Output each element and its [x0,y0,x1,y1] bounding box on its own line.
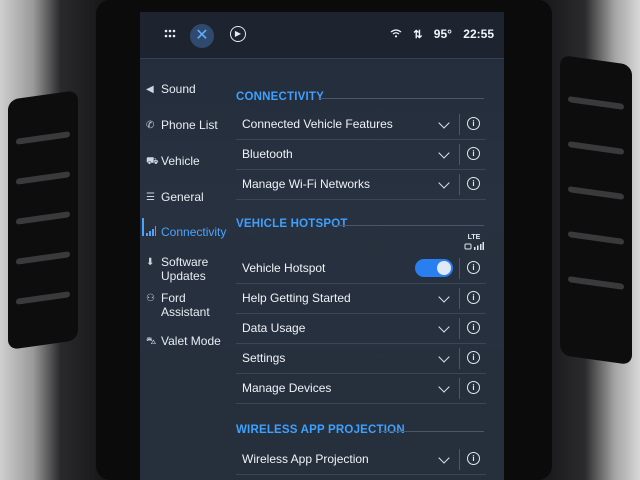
info-icon[interactable]: i [467,291,480,304]
chevron-down-icon[interactable] [438,452,450,464]
info-icon[interactable]: i [467,147,480,160]
air-vent-left [8,90,78,350]
row-manage-devices[interactable]: Manage Devices i [236,374,486,404]
chevron-down-icon[interactable] [438,351,450,363]
chevron-down-icon[interactable] [438,177,450,189]
section-title-vehicle-hotspot: VEHICLE HOTSPOT [236,218,348,230]
section-divider [380,431,484,432]
car-icon: ⛟ [146,156,159,167]
row-vehicle-hotspot[interactable]: Vehicle Hotspot i [236,254,486,284]
sidebar-item-sound[interactable]: ◀ Sound [146,82,226,97]
info-icon[interactable]: i [467,261,480,274]
row-manage-wifi-networks[interactable]: Manage Wi-Fi Networks i [236,170,486,200]
signal-bars-icon [146,226,158,241]
row-label: Manage Devices [242,381,332,395]
row-divider [459,144,460,165]
info-icon[interactable]: i [467,452,480,465]
sidebar-item-connectivity[interactable]: Connectivity [146,225,226,241]
data-arrows-icon: ⇅ [413,29,423,41]
sliders-icon: ☰ [146,192,155,203]
download-icon: ⬇ [146,257,155,268]
close-icon[interactable]: ✕ [190,24,214,48]
chevron-down-icon[interactable] [438,147,450,159]
row-label: Bluetooth [242,147,293,161]
sidebar-item-general[interactable]: ☰ General [146,190,226,205]
sidebar-item-ford-assistant[interactable]: ⚇ Ford Assistant [146,291,226,319]
sidebar-item-label: General [161,190,204,204]
row-connected-vehicle-features[interactable]: Connected Vehicle Features i [236,110,486,140]
status-indicators: ⇅ 95° 22:55 [382,27,494,41]
info-icon[interactable]: i [467,351,480,364]
chevron-down-icon[interactable] [438,291,450,303]
sidebar-item-label: Phone List [161,118,218,132]
row-label: Wireless App Projection [242,452,369,466]
row-help-getting-started[interactable]: Help Getting Started i [236,284,486,314]
row-bluetooth[interactable]: Bluetooth i [236,140,486,170]
row-label: Manage Wi-Fi Networks [242,177,371,191]
sidebar-item-label: Sound [161,82,196,96]
clock: 22:55 [463,27,494,41]
chevron-down-icon[interactable] [438,381,450,393]
sidebar-item-label: Software Updates [161,255,209,283]
valet-car-icon: ⛍ [146,336,157,347]
infotainment-screen: ✕ ▶ ⇅ 95° 22:55 ◀ Sound ✆ Phone List ⛟ V… [140,12,504,480]
row-label: Data Usage [242,321,306,335]
media-play-icon[interactable]: ▶ [230,26,246,42]
settings-sidebar: ◀ Sound ✆ Phone List ⛟ Vehicle ☰ General… [140,58,226,480]
info-icon[interactable]: i [467,117,480,130]
sidebar-item-software-updates[interactable]: ⬇ Software Updates [146,255,226,283]
status-bar: ✕ ▶ ⇅ 95° 22:55 [140,12,504,59]
row-divider [459,288,460,309]
temperature: 95° [433,27,452,41]
row-divider [459,114,460,135]
lte-signal-icon: LTE [464,234,484,253]
row-divider [459,318,460,339]
row-label: Connected Vehicle Features [242,117,393,131]
row-wireless-app-projection[interactable]: Wireless App Projection i [236,445,486,475]
assistant-icon: ⚇ [146,293,155,304]
sidebar-item-label: Vehicle [161,154,200,168]
air-vent-right [560,54,632,366]
section-title-wireless-app-projection: WIRELESS APP PROJECTION [236,424,405,436]
chevron-down-icon[interactable] [438,117,450,129]
row-divider [459,348,460,369]
sidebar-item-label: Valet Mode [161,334,221,348]
row-divider [459,378,460,399]
toggle-knob [437,261,451,275]
row-label: Help Getting Started [242,291,351,305]
phone-icon: ✆ [146,120,155,131]
active-indicator [142,218,144,236]
settings-list: CONNECTIVITY Connected Vehicle Features … [234,58,494,480]
apps-grid-icon[interactable] [164,28,176,42]
sidebar-item-label: Connectivity [161,225,227,239]
row-label: Settings [242,351,286,365]
row-divider [459,174,460,195]
chevron-down-icon[interactable] [438,321,450,333]
section-divider [318,98,484,99]
row-data-usage[interactable]: Data Usage i [236,314,486,344]
info-icon[interactable]: i [467,381,480,394]
sidebar-item-valet-mode[interactable]: ⛍ Valet Mode [146,334,226,349]
wifi-icon [390,29,405,41]
row-label: Vehicle Hotspot [242,261,326,275]
row-settings[interactable]: Settings i [236,344,486,374]
info-icon[interactable]: i [467,321,480,334]
speaker-icon: ◀ [146,84,154,95]
sidebar-item-label: Ford Assistant [161,291,210,319]
info-icon[interactable]: i [467,177,480,190]
row-divider [459,258,460,279]
section-title-connectivity: CONNECTIVITY [236,91,325,103]
row-divider [459,449,460,470]
sidebar-item-phone-list[interactable]: ✆ Phone List [146,118,226,133]
sidebar-item-vehicle[interactable]: ⛟ Vehicle [146,154,226,169]
hotspot-toggle[interactable] [415,259,453,277]
section-divider [334,225,484,226]
lte-badge: LTE [467,234,481,241]
